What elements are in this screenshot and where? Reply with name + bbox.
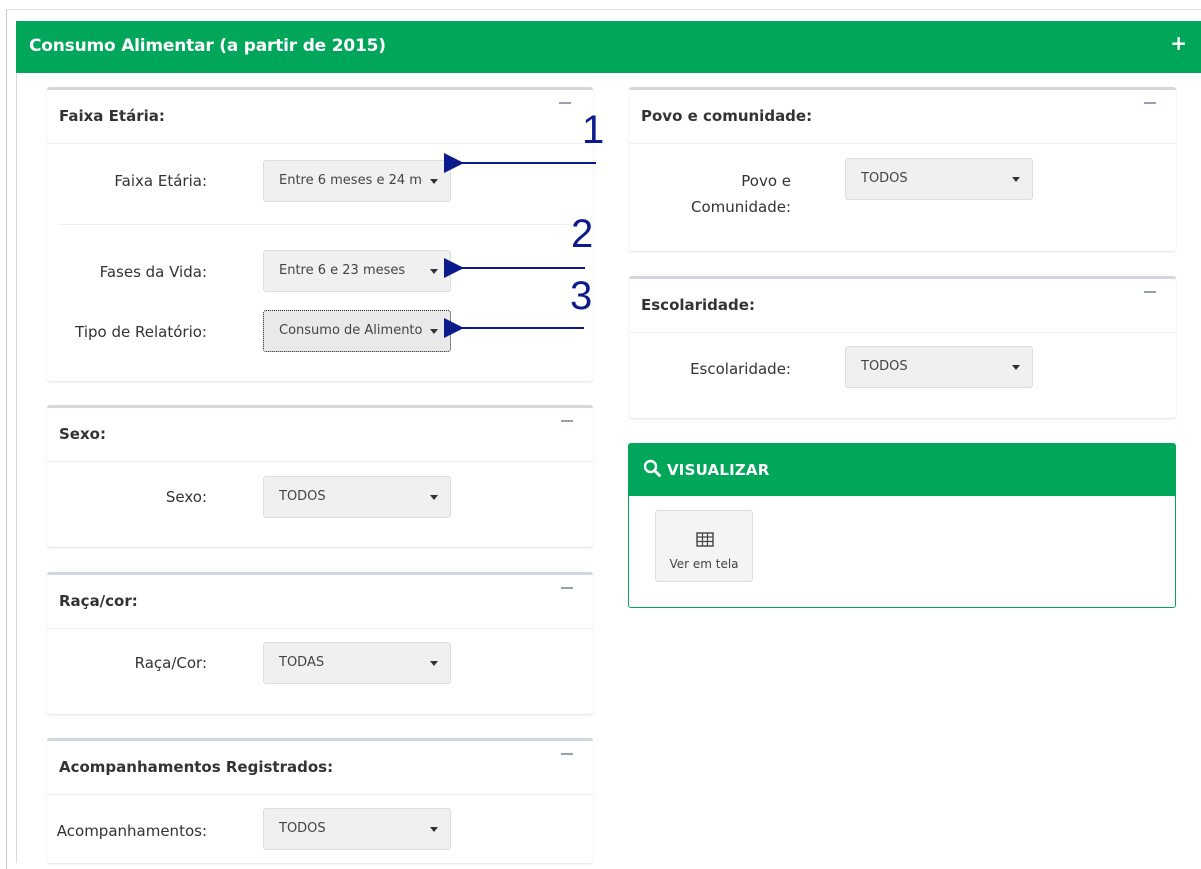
tipo-relatorio-value: Consumo de Alimentos <box>279 323 423 338</box>
faixa-etaria-value: Entre 6 meses e 24 meses <box>279 173 423 188</box>
visualizar-box: VISUALIZAR Ver em tela <box>628 443 1176 608</box>
escolaridade-label: Escolaridade: <box>690 360 791 378</box>
fases-vida-select[interactable]: Entre 6 e 23 meses <box>263 250 451 292</box>
fases-vida-row: Fases da Vida: Entre 6 e 23 meses <box>47 250 593 292</box>
sexo-box: Sexo: Sexo: TODOS <box>47 405 593 547</box>
faixa-etaria-row: Faixa Etária: Entre 6 meses e 24 meses <box>47 160 593 202</box>
main-panel-title: Consumo Alimentar (a partir de 2015) <box>29 36 386 56</box>
povo-comunidade-box: Povo e comunidade: Povo e Comunidade: TO… <box>629 87 1176 251</box>
raca-cor-select[interactable]: TODAS <box>263 642 451 684</box>
caret-down-icon <box>430 495 438 500</box>
raca-cor-box-header: Raça/cor: <box>47 575 593 629</box>
escolaridade-box-header: Escolaridade: <box>629 279 1176 333</box>
faixa-etaria-box-title: Faixa Etária: <box>59 107 165 125</box>
povo-comunidade-box-title: Povo e comunidade: <box>641 107 813 125</box>
ver-em-tela-label: Ver em tela <box>669 557 739 571</box>
tipo-relatorio-row: Tipo de Relatório: Consumo de Alimentos <box>47 310 593 352</box>
raca-cor-box: Raça/cor: Raça/Cor: TODAS <box>47 572 593 714</box>
povo-comunidade-label-line1: Povo e <box>741 172 791 190</box>
escolaridade-row: Escolaridade: TODOS <box>629 346 1176 388</box>
sexo-box-header: Sexo: <box>47 408 593 462</box>
acompanhamentos-label: Acompanhamentos: <box>56 822 207 840</box>
faixa-etaria-box: Faixa Etária: Faixa Etária: Entre 6 mese… <box>47 87 593 381</box>
tipo-relatorio-label: Tipo de Relatório: <box>75 323 207 341</box>
escolaridade-box: Escolaridade: Escolaridade: TODOS <box>629 276 1176 418</box>
raca-cor-box-title: Raça/cor: <box>59 592 138 610</box>
caret-down-icon <box>430 827 438 832</box>
raca-cor-row: Raça/Cor: TODAS <box>47 642 593 684</box>
minus-icon[interactable] <box>1144 102 1156 104</box>
povo-comunidade-box-header: Povo e comunidade: <box>629 90 1176 144</box>
povo-comunidade-value: TODOS <box>861 171 908 186</box>
faixa-etaria-box-header: Faixa Etária: <box>47 90 593 144</box>
plus-icon[interactable]: + <box>1170 31 1187 55</box>
caret-down-icon <box>430 179 438 184</box>
minus-icon[interactable] <box>561 753 573 755</box>
sexo-label: Sexo: <box>165 488 207 506</box>
sexo-value: TODOS <box>279 489 326 504</box>
ver-em-tela-button[interactable]: Ver em tela <box>655 510 753 582</box>
table-icon <box>696 532 714 551</box>
caret-down-icon <box>1012 177 1020 182</box>
escolaridade-select[interactable]: TODOS <box>845 346 1033 388</box>
caret-down-icon <box>430 329 438 334</box>
minus-icon[interactable] <box>561 587 573 589</box>
annotation-number-2: 2 <box>571 212 594 256</box>
fases-vida-value: Entre 6 e 23 meses <box>279 263 406 278</box>
minus-icon[interactable] <box>1144 291 1156 293</box>
divider <box>59 224 581 225</box>
povo-comunidade-label-line2: Comunidade: <box>691 198 791 216</box>
acompanhamentos-box-header: Acompanhamentos Registrados: <box>47 741 593 795</box>
sexo-box-title: Sexo: <box>59 425 106 443</box>
acompanhamentos-box: Acompanhamentos Registrados: Acompanhame… <box>47 738 593 863</box>
povo-comunidade-label: Povo e Comunidade: <box>651 168 791 220</box>
caret-down-icon <box>430 661 438 666</box>
sexo-select[interactable]: TODOS <box>263 476 451 518</box>
main-panel-header: Consumo Alimentar (a partir de 2015) + <box>16 21 1201 73</box>
povo-comunidade-select[interactable]: TODOS <box>845 158 1033 200</box>
tipo-relatorio-select[interactable]: Consumo de Alimentos <box>263 310 451 352</box>
acompanhamentos-row: Acompanhamentos: TODOS <box>47 808 593 850</box>
caret-down-icon <box>1012 365 1020 370</box>
annotation-number-3: 3 <box>570 274 593 318</box>
raca-cor-value: TODAS <box>279 655 325 670</box>
sexo-row: Sexo: TODOS <box>47 476 593 518</box>
search-icon <box>643 459 661 481</box>
faixa-etaria-select[interactable]: Entre 6 meses e 24 meses <box>263 160 451 202</box>
visualizar-title: VISUALIZAR <box>667 461 770 479</box>
annotation-number-1: 1 <box>582 108 605 152</box>
caret-down-icon <box>430 269 438 274</box>
povo-comunidade-row: Povo e Comunidade: TODOS <box>629 158 1176 218</box>
acompanhamentos-box-title: Acompanhamentos Registrados: <box>59 758 334 776</box>
visualizar-header: VISUALIZAR <box>629 444 1175 496</box>
escolaridade-box-title: Escolaridade: <box>641 296 755 314</box>
faixa-etaria-label: Faixa Etária: <box>114 172 207 190</box>
raca-cor-label: Raça/Cor: <box>134 654 207 672</box>
escolaridade-value: TODOS <box>861 359 908 374</box>
acompanhamentos-value: TODOS <box>279 821 326 836</box>
fases-vida-label: Fases da Vida: <box>99 263 207 281</box>
acompanhamentos-select[interactable]: TODOS <box>263 808 451 850</box>
minus-icon[interactable] <box>559 102 571 104</box>
minus-icon[interactable] <box>561 420 573 422</box>
